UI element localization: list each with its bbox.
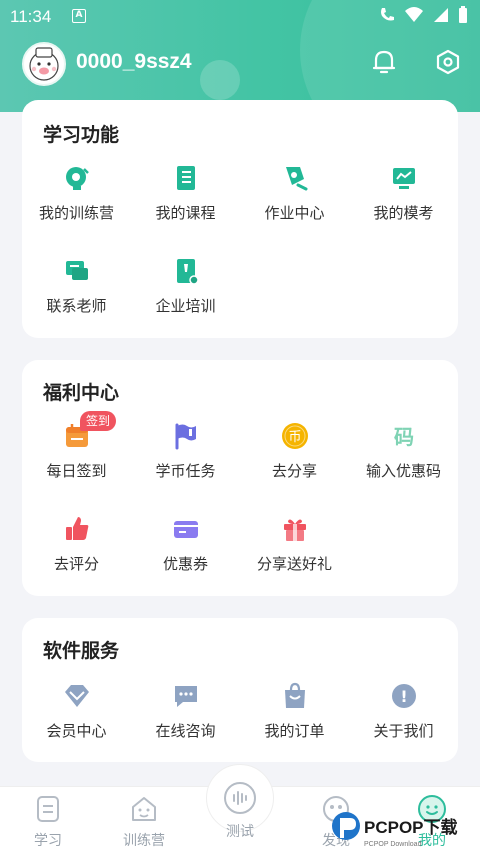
avatar[interactable]	[22, 42, 66, 86]
grid-item-label: 我的模考	[373, 204, 434, 222]
tab-camp[interactable]: 训练营	[96, 786, 192, 854]
username[interactable]: 0000_9ssz4	[76, 50, 192, 74]
grid-item-label: 我的训练营	[38, 204, 114, 222]
grid-item-label: 我的订单	[264, 722, 325, 740]
grid-item-share-gift[interactable]: 分享送好礼	[240, 514, 349, 574]
homework-icon	[285, 167, 307, 191]
tab-label: 学习	[34, 833, 62, 849]
grid-item-my-camp[interactable]: 我的训练营	[22, 163, 131, 223]
grid-item-about-us[interactable]: ! 关于我们	[349, 681, 458, 741]
chat-teacher-icon	[65, 261, 88, 280]
grid-item-my-mock-exam[interactable]: 我的模考	[349, 163, 458, 223]
grid-item-label: 作业中心	[264, 204, 325, 222]
settings-hexagon-icon	[436, 49, 460, 75]
study-tab-icon	[37, 796, 59, 822]
test-voice-icon	[224, 782, 256, 814]
grid-item-share[interactable]: 币 去分享	[240, 421, 349, 481]
status-time: 11:34	[10, 7, 52, 26]
promo-code-icon: 码	[394, 425, 414, 449]
svg-text:PCPOP下载: PCPOP下载	[364, 817, 458, 837]
checkin-badge: 签到	[80, 411, 117, 431]
wifi-icon	[405, 7, 423, 22]
grid-item-promo-code[interactable]: 码 输入优惠码	[349, 421, 458, 481]
tab-test[interactable]: 测试	[192, 780, 288, 848]
section-title-study: 学习功能	[43, 124, 120, 146]
diamond-icon	[64, 685, 89, 707]
bell-icon	[372, 50, 396, 74]
section-title-service: 软件服务	[43, 640, 120, 662]
grid-item-label: 在线咨询	[155, 722, 216, 740]
svg-text:!: !	[400, 687, 407, 706]
info-icon: !	[391, 684, 416, 708]
pcpop-watermark: PCPOP下载 PCPOP Download	[330, 808, 480, 852]
grid-item-coupons[interactable]: 优惠券	[131, 514, 240, 574]
notification-button[interactable]	[368, 46, 400, 78]
grid-item-enterprise-training[interactable]: 企业培训	[131, 256, 240, 316]
camp-icon	[65, 167, 89, 190]
tab-study[interactable]: 学习	[0, 786, 96, 854]
coupon-card-icon	[173, 521, 198, 538]
status-bar: 11:34 A	[0, 0, 480, 32]
grid-item-label: 去分享	[271, 462, 317, 480]
grid-item-online-consult[interactable]: 在线咨询	[131, 681, 240, 741]
enterprise-training-icon	[176, 259, 199, 285]
cellular-icon	[434, 8, 448, 22]
profile-header: 11:34 A 0000_9ssz4	[0, 0, 480, 112]
grid-item-label: 学币任务	[155, 462, 216, 480]
grid-item-member-center[interactable]: 会员中心	[22, 681, 131, 741]
grid-item-homework-center[interactable]: 作业中心	[240, 163, 349, 223]
battery-icon	[459, 6, 467, 23]
cartoon-avatar-icon	[29, 47, 59, 81]
course-book-icon	[176, 166, 195, 190]
grid-item-my-courses[interactable]: 我的课程	[131, 163, 240, 223]
svg-text:币: 币	[288, 430, 301, 445]
grid-item-label: 会员中心	[46, 722, 107, 740]
pcpop-logo-icon: PCPOP下载 PCPOP Download	[332, 812, 458, 848]
grid-item-label: 联系老师	[46, 297, 107, 315]
grid-item-label: 优惠券	[162, 555, 208, 573]
grid-item-label: 企业培训	[155, 297, 216, 315]
grid-item-daily-checkin[interactable]: 每日签到	[22, 421, 131, 481]
svg-text:码: 码	[394, 425, 414, 449]
grid-item-label: 关于我们	[373, 722, 434, 740]
shopping-bag-icon	[284, 682, 305, 708]
tab-label: 测试	[226, 824, 254, 840]
header-decoration	[200, 60, 240, 100]
tab-label: 训练营	[123, 833, 165, 849]
settings-button[interactable]	[432, 46, 464, 78]
grid-item-label: 我的课程	[155, 204, 216, 222]
grid-item-contact-teacher[interactable]: 联系老师	[22, 256, 131, 316]
chat-dots-icon	[174, 686, 197, 707]
grid-item-label: 输入优惠码	[365, 462, 441, 480]
keyboard-a-icon: A	[72, 9, 86, 23]
grid-item-my-orders[interactable]: 我的订单	[240, 681, 349, 741]
grid-item-label: 去评分	[53, 555, 99, 573]
coin-icon: 币	[281, 423, 308, 449]
thumbs-up-icon	[65, 517, 88, 540]
svg-text:PCPOP Download: PCPOP Download	[364, 841, 422, 848]
grid-item-label: 分享送好礼	[256, 555, 332, 573]
section-title-welfare: 福利中心	[43, 382, 120, 404]
grid-item-label: 每日签到	[46, 462, 107, 480]
grid-item-coin-tasks[interactable]: 学币任务	[131, 421, 240, 481]
grid-item-rate[interactable]: 去评分	[22, 514, 131, 574]
flag-icon	[175, 423, 196, 450]
gift-icon	[283, 519, 306, 541]
phone-wifi-icon	[381, 8, 394, 21]
camp-house-icon	[132, 797, 156, 821]
mock-exam-icon	[392, 168, 415, 189]
